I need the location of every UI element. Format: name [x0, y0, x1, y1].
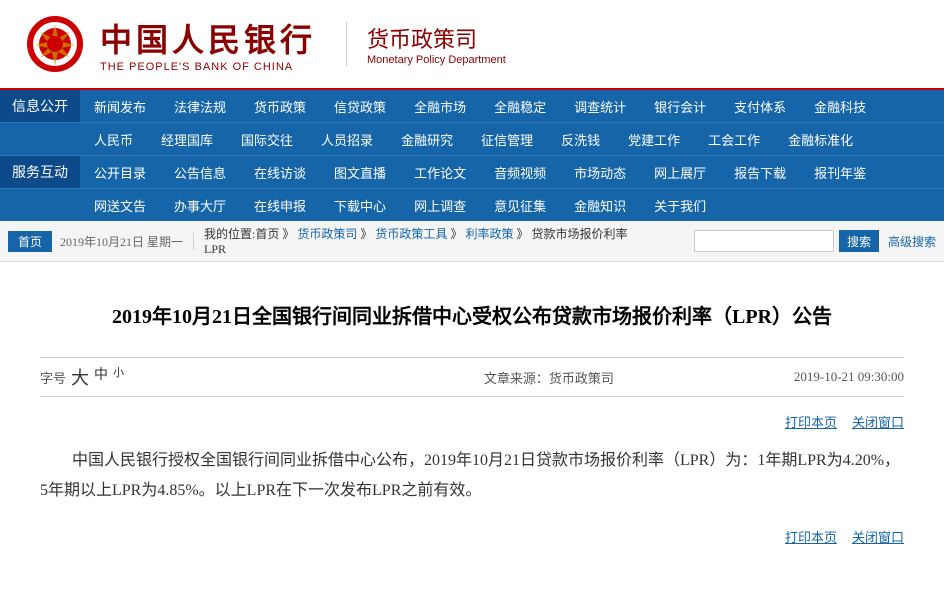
search-button[interactable]: 搜索: [839, 230, 879, 252]
font-large-btn[interactable]: 大: [71, 364, 89, 390]
nav-gonggao[interactable]: 公告信息: [160, 158, 240, 187]
nav-diaocha[interactable]: 网上调查: [400, 191, 480, 220]
close-link-top[interactable]: 关闭窗口: [852, 412, 904, 431]
article-title: 2019年10月21日全国银行间同业拆借中心受权公布贷款市场报价利率（LPR）公…: [40, 302, 904, 332]
close-link-bottom[interactable]: 关闭窗口: [852, 527, 904, 546]
nav-falv[interactable]: 法律法规: [160, 92, 240, 121]
nav-gonghui[interactable]: 工会工作: [694, 125, 774, 154]
font-medium-btn[interactable]: 中: [94, 364, 108, 390]
breadcrumb-link-2[interactable]: 货币政策工具: [375, 227, 447, 241]
nav-renyuan[interactable]: 人员招录: [307, 125, 387, 154]
page-header: 中国人民银行 THE PEOPLE'S BANK OF CHINA 货币政策司 …: [0, 0, 944, 90]
nav-guoku[interactable]: 经理国库: [147, 125, 227, 154]
font-size-buttons: 大 中 小: [71, 364, 124, 390]
nav-zhishi[interactable]: 金融知识: [560, 191, 640, 220]
nav-gongkai-mulu[interactable]: 公开目录: [80, 158, 160, 187]
nav-jinrong-shichang[interactable]: 全融市场: [400, 92, 480, 121]
logo-english: THE PEOPLE'S BANK OF CHINA: [100, 61, 293, 73]
search-input[interactable]: [694, 230, 834, 252]
main-content: 2019年10月21日全国银行间同业拆借中心受权公布贷款市场报价利率（LPR）公…: [0, 262, 944, 612]
nav-zhifu[interactable]: 支付体系: [720, 92, 800, 121]
nav-baokannianJian[interactable]: 报刊年鉴: [800, 158, 880, 187]
breadcrumb-sublabel: LPR: [204, 242, 226, 256]
current-date: 2019年10月21日 星期一: [60, 233, 194, 250]
nav-zhanting[interactable]: 网上展厅: [640, 158, 720, 187]
print-link-bottom[interactable]: 打印本页: [785, 527, 837, 546]
nav-items-row3: 公开目录 公告信息 在线访谈 图文直播 工作论文 音频视频 市场动态 网上展厅 …: [80, 158, 944, 187]
department-area: 货币政策司 Monetary Policy Department: [346, 22, 506, 66]
dept-english: Monetary Policy Department: [367, 54, 506, 66]
separator2: 》: [360, 227, 375, 241]
separator4: 》: [516, 227, 531, 241]
print-close-bar-top: 打印本页 关闭窗口: [40, 412, 904, 431]
font-small-btn[interactable]: 小: [113, 364, 124, 390]
breadcrumb-path: 我的位置:首页 》 货币政策司 》 货币政策工具 》 利率政策 》 贷款市场报价…: [204, 225, 694, 257]
nav-guanyu[interactable]: 关于我们: [640, 191, 720, 220]
dept-chinese: 货币政策司: [367, 22, 477, 54]
separator3: 》: [450, 227, 465, 241]
nav-jinrong-wending[interactable]: 全融稳定: [480, 92, 560, 121]
my-position-label: 我的位置:首页: [204, 227, 279, 241]
logo-area: 中国人民银行 THE PEOPLE'S BANK OF CHINA: [20, 12, 316, 77]
font-size-label: 字号: [40, 368, 66, 387]
nav-huobi[interactable]: 货币政策: [240, 92, 320, 121]
nav-faxiqian[interactable]: 反洗钱: [547, 125, 614, 154]
source-label: 文章来源：: [484, 371, 549, 386]
nav-jinrong-yanjiu[interactable]: 金融研究: [387, 125, 467, 154]
source-value: 货币政策司: [549, 371, 614, 386]
nav-yinpin[interactable]: 音频视频: [480, 158, 560, 187]
article-body: 中国人民银行授权全国银行间同业拆借中心公布，2019年10月21日贷款市场报价利…: [40, 446, 904, 507]
breadcrumb-current: 贷款市场报价利率: [531, 227, 627, 241]
nav-baogao[interactable]: 报告下载: [720, 158, 800, 187]
nav-shichang[interactable]: 市场动态: [560, 158, 640, 187]
nav-items-row2: 人民币 经理国库 国际交往 人员招录 金融研究 征信管理 反洗钱 党建工作 工会…: [80, 125, 944, 154]
breadcrumb-bar: 首页 2019年10月21日 星期一 我的位置:首页 》 货币政策司 》 货币政…: [0, 221, 944, 262]
navigation: 信息公开 新闻发布 法律法规 货币政策 信贷政策 全融市场 全融稳定 调查统计 …: [0, 90, 944, 221]
nav-keji[interactable]: 金融科技: [800, 92, 880, 121]
nav-guoji[interactable]: 国际交往: [227, 125, 307, 154]
nav-items-row1: 新闻发布 法律法规 货币政策 信贷政策 全融市场 全融稳定 调查统计 银行会计 …: [80, 92, 944, 121]
article-date: 2019-10-21 09:30:00: [794, 369, 904, 385]
print-link-top[interactable]: 打印本页: [785, 412, 837, 431]
nav-xinwen[interactable]: 新闻发布: [80, 92, 160, 121]
nav-xiazai[interactable]: 下载中心: [320, 191, 400, 220]
separator1: 》: [282, 227, 297, 241]
nav-section-xinxi: 信息公开: [0, 90, 80, 122]
nav-section-fuwu: 服务互动: [0, 156, 80, 188]
nav-row-4: 服务互动 网送文告 办事大厅 在线申报 下载中心 网上调查 意见征集 金融知识 …: [0, 189, 944, 221]
nav-yijianzhengji[interactable]: 意见征集: [480, 191, 560, 220]
nav-renminbi[interactable]: 人民币: [80, 125, 147, 154]
advanced-search-link[interactable]: 高级搜索: [888, 233, 936, 250]
breadcrumb-link-3[interactable]: 利率政策: [465, 227, 513, 241]
nav-items-row4: 网送文告 办事大厅 在线申报 下载中心 网上调查 意见征集 金融知识 关于我们: [80, 191, 944, 220]
nav-tuwen[interactable]: 图文直播: [320, 158, 400, 187]
print-close-bar-bottom: 打印本页 关闭窗口: [40, 527, 904, 546]
nav-dangjiangongzuo[interactable]: 党建工作: [614, 125, 694, 154]
nav-zhengxin[interactable]: 征信管理: [467, 125, 547, 154]
logo-text: 中国人民银行 THE PEOPLE'S BANK OF CHINA: [100, 15, 316, 73]
breadcrumb-link-1[interactable]: 货币政策司: [297, 227, 357, 241]
logo-chinese: 中国人民银行: [100, 15, 316, 61]
home-button[interactable]: 首页: [8, 231, 52, 252]
nav-row-2: 信息公开 人民币 经理国库 国际交往 人员招录 金融研究 征信管理 反洗钱 党建…: [0, 123, 944, 156]
nav-banshi[interactable]: 办事大厅: [160, 191, 240, 220]
bank-emblem: [20, 12, 90, 77]
nav-zaixian-shenbao[interactable]: 在线申报: [240, 191, 320, 220]
article-source: 文章来源：货币政策司: [484, 368, 614, 387]
article-meta: 字号 大 中 小 文章来源：货币政策司 2019-10-21 09:30:00: [40, 357, 904, 397]
nav-lunwen[interactable]: 工作论文: [400, 158, 480, 187]
nav-row-3: 服务互动 公开目录 公告信息 在线访谈 图文直播 工作论文 音频视频 市场动态 …: [0, 156, 944, 189]
nav-yinhang-kuaiji[interactable]: 银行会计: [640, 92, 720, 121]
search-area: 搜索 高级搜索: [694, 230, 936, 252]
nav-diaocha[interactable]: 调查统计: [560, 92, 640, 121]
nav-fangtan[interactable]: 在线访谈: [240, 158, 320, 187]
nav-wangsong[interactable]: 网送文告: [80, 191, 160, 220]
nav-biaozhunhua[interactable]: 金融标准化: [774, 125, 867, 154]
nav-xindai[interactable]: 信贷政策: [320, 92, 400, 121]
nav-row-1: 信息公开 新闻发布 法律法规 货币政策 信贷政策 全融市场 全融稳定 调查统计 …: [0, 90, 944, 123]
